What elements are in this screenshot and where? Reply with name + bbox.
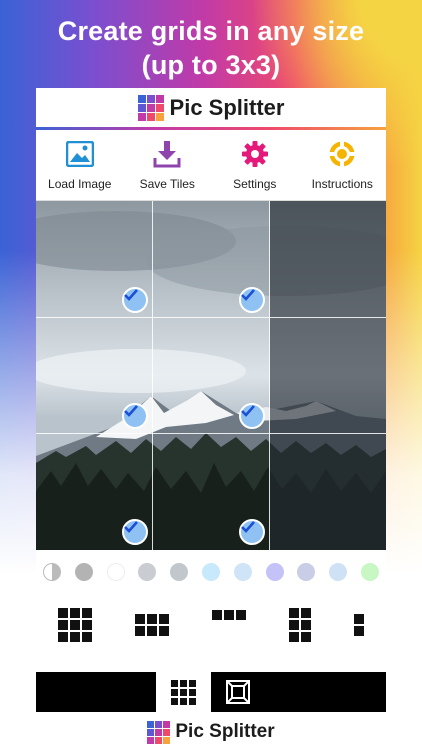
grid-option-1x3-icon[interactable]	[354, 614, 365, 636]
headline-line-1: Create grids in any size	[57, 16, 365, 46]
color-swatch[interactable]	[74, 563, 93, 581]
color-swatch[interactable]	[329, 563, 348, 581]
check-icon	[241, 289, 255, 301]
app-header: Pic Splitter	[36, 88, 386, 130]
bottom-bar	[36, 672, 386, 712]
app-title: Pic Splitter	[169, 94, 285, 120]
grid-view-button[interactable]	[156, 672, 211, 712]
instructions-label: Instructions	[311, 177, 373, 191]
color-swatch[interactable]	[233, 563, 252, 581]
grid-option-3x1-icon[interactable]	[211, 610, 246, 620]
grid-line	[36, 317, 386, 318]
tile-checkmark[interactable]	[239, 287, 265, 313]
load-image-button[interactable]: Load Image	[36, 130, 124, 200]
image-icon	[65, 139, 95, 169]
lifebuoy-icon	[327, 139, 357, 169]
check-icon	[241, 405, 255, 417]
logo-icon	[137, 94, 164, 121]
app-window: Pic Splitter Load Image Save Tiles Setti…	[36, 88, 386, 676]
logo-icon	[147, 720, 171, 744]
footer-title: Pic Splitter	[175, 721, 275, 742]
instructions-button[interactable]: Instructions	[299, 130, 387, 200]
save-tiles-button[interactable]: Save Tiles	[124, 130, 212, 200]
tile-checkmark[interactable]	[122, 403, 148, 429]
settings-label: Settings	[233, 177, 277, 191]
save-tiles-label: Save Tiles	[139, 177, 195, 191]
swatch-half-circle[interactable]	[42, 563, 61, 581]
image-preview[interactable]	[36, 201, 386, 550]
load-image-label: Load Image	[48, 177, 112, 191]
check-icon	[124, 289, 138, 301]
check-icon	[241, 521, 255, 533]
check-icon	[124, 521, 138, 533]
tile-checkmark[interactable]	[239, 519, 265, 545]
download-icon	[152, 139, 182, 169]
color-swatch[interactable]	[138, 563, 157, 581]
frame-icon	[226, 680, 250, 704]
grid-line	[152, 201, 153, 550]
tile-checkmark[interactable]	[122, 287, 148, 313]
toolbar: Load Image Save Tiles Settings Instructi…	[36, 130, 386, 201]
color-swatch[interactable]	[297, 563, 316, 581]
grid-icon	[171, 679, 196, 705]
color-swatch[interactable]	[201, 563, 220, 581]
frame-mode-button[interactable]	[211, 672, 386, 712]
bottom-panel-left	[36, 672, 156, 712]
color-swatch[interactable]	[170, 563, 189, 581]
color-swatch-row	[36, 560, 386, 584]
grid-option-3x2-icon[interactable]	[134, 614, 169, 636]
grid-line	[269, 201, 270, 550]
grid-option-2x3-icon[interactable]	[289, 608, 312, 642]
check-icon	[124, 405, 138, 417]
headline: Create grids in any size (up to 3x3)	[0, 14, 422, 82]
headline-line-2: (up to 3x3)	[141, 50, 281, 80]
unselected-column-overlay	[270, 201, 386, 550]
tile-checkmark[interactable]	[122, 519, 148, 545]
grid-option-3x3-icon[interactable]	[57, 608, 92, 642]
gear-icon	[240, 139, 270, 169]
color-swatch[interactable]	[265, 563, 284, 581]
tile-checkmark[interactable]	[239, 403, 265, 429]
footer-branding: Pic Splitter	[0, 718, 422, 746]
color-swatch[interactable]	[361, 563, 380, 581]
settings-button[interactable]: Settings	[211, 130, 299, 200]
color-swatch[interactable]	[106, 563, 125, 581]
grid-size-options	[36, 600, 386, 650]
grid-line	[36, 433, 386, 434]
